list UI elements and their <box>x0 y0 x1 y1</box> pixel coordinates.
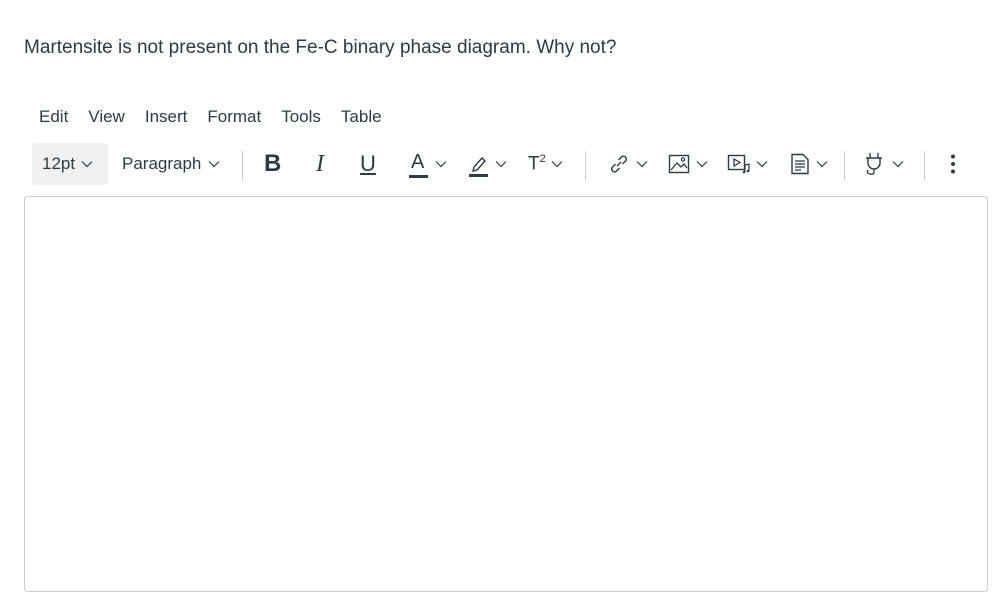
text-color-letter: A <box>411 151 425 173</box>
underline-icon: U <box>360 151 376 176</box>
editor-menubar: Edit View Insert Format Tools Table <box>29 104 392 130</box>
font-size-value: 12pt <box>42 154 76 173</box>
chevron-down-icon <box>81 161 93 168</box>
menu-format[interactable]: Format <box>197 104 271 130</box>
chevron-down-icon <box>892 161 904 168</box>
menu-view[interactable]: View <box>78 104 135 130</box>
chevron-down-icon <box>495 161 507 168</box>
chevron-down-icon <box>636 161 648 168</box>
highlight-button[interactable] <box>469 143 507 185</box>
italic-icon: I <box>316 151 324 177</box>
media-icon <box>727 154 750 174</box>
toolbar-separator <box>924 151 925 181</box>
bold-button[interactable]: B <box>264 143 281 185</box>
superscript-number: 2 <box>539 152 546 165</box>
font-size-select[interactable]: 12pt <box>32 143 108 185</box>
plugin-icon <box>866 153 882 175</box>
menu-tools[interactable]: Tools <box>271 104 331 130</box>
text-color-icon: A <box>409 149 429 179</box>
more-options-icon <box>951 154 955 174</box>
chevron-down-icon <box>208 161 220 168</box>
menu-insert[interactable]: Insert <box>135 104 198 130</box>
highlight-icon <box>469 156 488 177</box>
italic-button[interactable]: I <box>316 143 324 185</box>
underline-button[interactable]: U <box>360 143 376 185</box>
image-button[interactable] <box>668 143 708 185</box>
toolbar-separator <box>585 151 586 181</box>
more-options-button[interactable] <box>950 143 956 185</box>
menu-edit[interactable]: Edit <box>29 104 78 130</box>
chevron-down-icon <box>696 161 708 168</box>
chevron-down-icon <box>551 161 563 168</box>
toolbar-separator <box>844 151 845 181</box>
chevron-down-icon <box>435 161 447 168</box>
superscript-letter: T <box>528 153 540 175</box>
link-button[interactable] <box>608 143 648 185</box>
superscript-button[interactable]: T2 <box>528 143 563 185</box>
editor-content-area[interactable] <box>24 196 988 592</box>
menu-table[interactable]: Table <box>331 104 392 130</box>
chevron-down-icon <box>816 161 828 168</box>
media-button[interactable] <box>727 143 768 185</box>
text-color-swatch <box>409 175 428 178</box>
chevron-down-icon <box>756 161 768 168</box>
image-icon <box>668 154 690 174</box>
block-format-value: Paragraph <box>122 154 202 173</box>
link-icon <box>611 155 627 173</box>
document-icon <box>791 153 809 175</box>
bold-icon: B <box>264 150 282 177</box>
document-button[interactable] <box>790 143 828 185</box>
plugin-button[interactable] <box>863 143 904 185</box>
toolbar-separator <box>242 151 243 181</box>
superscript-icon: T2 <box>528 153 546 175</box>
question-text: Martensite is not present on the Fe-C bi… <box>24 37 617 58</box>
editor-toolbar: 12pt Paragraph B I U A T2 <box>32 143 982 185</box>
block-format-select[interactable]: Paragraph <box>122 143 220 185</box>
text-color-button[interactable]: A <box>409 143 447 185</box>
